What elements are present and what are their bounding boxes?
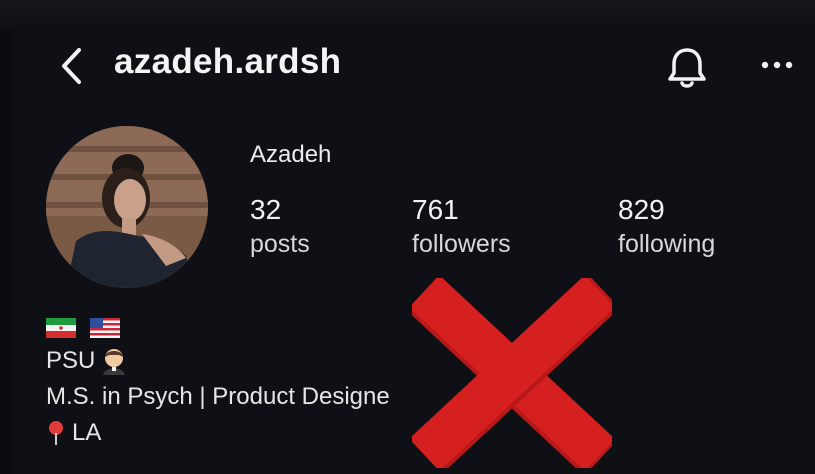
posts-count: 32	[250, 194, 282, 225]
display-name: Azadeh	[250, 141, 332, 168]
bio-school-text: PSU	[46, 347, 96, 374]
map-pin-icon	[49, 421, 63, 445]
chevron-left-icon	[62, 48, 81, 84]
following-label: following	[618, 230, 716, 258]
bio-line-title: M.S. in Psych | Product Designe	[46, 379, 390, 415]
bio-location-text: LA	[72, 419, 102, 446]
profile-username: azadeh.ardsh	[114, 42, 342, 81]
avatar-photo	[46, 126, 208, 288]
posts-label: posts	[250, 230, 310, 258]
stat-followers[interactable]: 761 followers	[412, 193, 511, 261]
us-flag-icon	[90, 318, 120, 338]
profile-bio: PSU M.S. in Psych | Product Designe LA	[46, 313, 390, 451]
profile-avatar[interactable]	[46, 126, 208, 288]
stat-following[interactable]: 829 following	[618, 193, 715, 261]
notifications-button[interactable]	[662, 42, 712, 92]
bio-flags	[46, 313, 390, 343]
followers-count: 761	[412, 194, 459, 225]
more-options-button[interactable]	[752, 50, 802, 80]
status-bar-area	[0, 0, 815, 30]
profile-screen: azadeh.ardsh Azadeh 32 posts 761 followe…	[12, 28, 815, 474]
following-count: 829	[618, 194, 665, 225]
stat-posts[interactable]: 32 posts	[250, 193, 310, 261]
bio-line-location: LA	[46, 415, 390, 451]
more-horizontal-icon	[761, 61, 793, 69]
profile-header: azadeh.ardsh	[12, 28, 815, 108]
student-emoji-icon	[103, 349, 126, 375]
back-button[interactable]	[52, 46, 92, 86]
followers-label: followers	[412, 230, 511, 258]
red-x-mark-overlay	[412, 278, 612, 468]
iran-flag-icon	[46, 318, 76, 338]
bell-icon	[668, 48, 706, 88]
bio-title-text: M.S. in Psych | Product Designe	[46, 383, 390, 410]
bio-line-school: PSU	[46, 343, 390, 379]
